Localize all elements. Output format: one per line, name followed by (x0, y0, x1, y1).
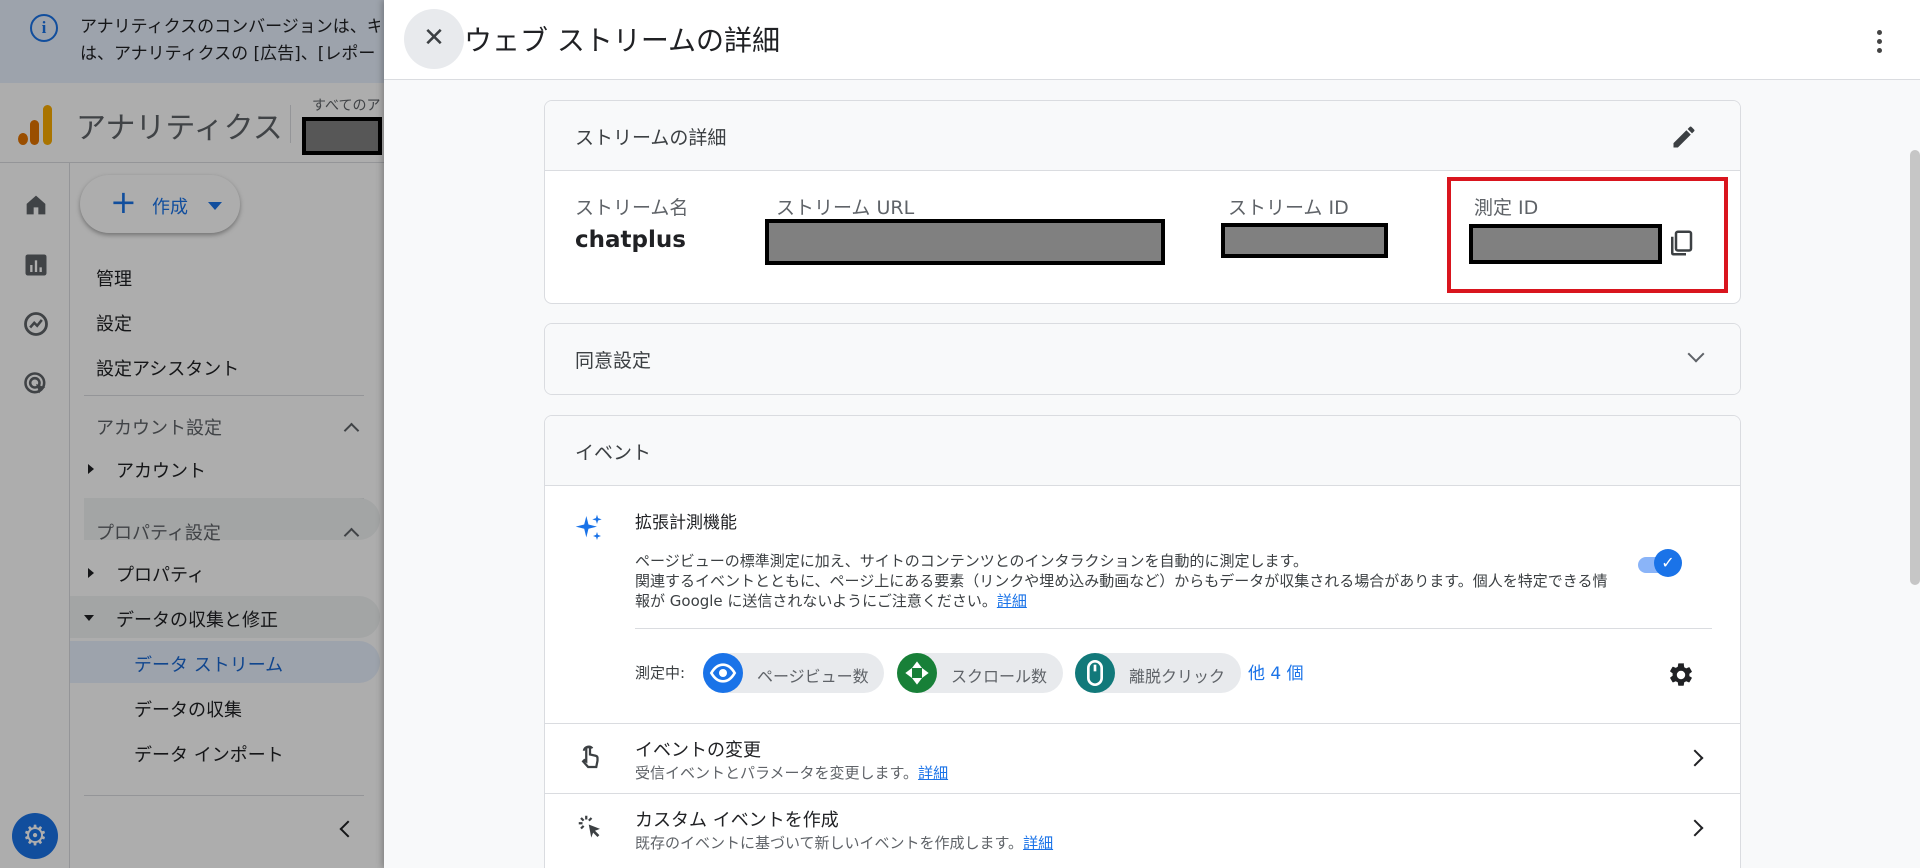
edit-pencil-icon[interactable] (1670, 123, 1698, 151)
enhanced-desc-line-3: 報が Google に送信されないようにご注意ください。 (635, 592, 997, 610)
enhanced-measurement-title: 拡張計測機能 (635, 513, 737, 533)
consent-settings-card[interactable]: 同意設定 (544, 323, 1741, 395)
stream-name-label: ストリーム名 (575, 197, 689, 219)
scroll-icon (897, 653, 937, 693)
touch-hand-icon (581, 745, 599, 769)
chip-outbound-clicks-label: 離脱クリック (1129, 667, 1226, 686)
modify-events-subtitle-text: 受信イベントとパラメータを変更します。 (635, 764, 919, 782)
modify-events-row[interactable]: イベントの変更 受信イベントとパラメータを変更します。詳細 (545, 723, 1740, 793)
more-events-link[interactable]: 他 4 個 (1248, 659, 1304, 684)
consent-settings-title: 同意設定 (575, 350, 652, 372)
stream-details-title: ストリームの詳細 (575, 127, 727, 149)
mouse-icon (1075, 653, 1115, 693)
events-card: イベント 拡張計測機能 ページビューの標準測定に加え、サイトのコンテンツとのイン… (544, 415, 1741, 868)
more-options-icon[interactable] (1864, 26, 1894, 56)
gear-icon[interactable] (1667, 661, 1695, 689)
chip-scrolls-label: スクロール数 (951, 667, 1048, 686)
chevron-right-icon[interactable] (1686, 819, 1704, 837)
scrollbar-thumb[interactable] (1910, 150, 1920, 585)
chevron-right-icon[interactable] (1686, 749, 1704, 767)
create-custom-event-title: カスタム イベントを作成 (635, 810, 839, 831)
modify-events-details-link[interactable]: 詳細 (918, 764, 948, 782)
modify-events-title: イベントの変更 (635, 740, 761, 761)
modal-scrim[interactable] (0, 0, 384, 868)
create-custom-event-details-link[interactable]: 詳細 (1023, 834, 1053, 852)
chip-outbound-clicks: 離脱クリック (1075, 653, 1241, 693)
enhanced-details-link[interactable]: 詳細 (997, 592, 1027, 610)
enhanced-measurement-toggle[interactable]: ✓ (1638, 549, 1682, 579)
stream-details-header: ストリームの詳細 (545, 101, 1740, 171)
enhanced-divider (635, 628, 1712, 629)
create-custom-event-subtitle-text: 既存のイベントに基づいて新しいイベントを作成します。 (635, 834, 1024, 852)
sparkle-icon (575, 514, 602, 540)
stream-name-value: chatplus (575, 227, 686, 253)
events-header: イベント (545, 416, 1740, 486)
create-custom-event-row[interactable]: カスタム イベントを作成 既存のイベントに基づいて新しいイベントを作成します。詳… (545, 793, 1740, 863)
close-icon[interactable]: ✕ (404, 9, 464, 69)
stream-id-redacted (1221, 223, 1388, 258)
consent-settings-header[interactable]: 同意設定 (545, 324, 1740, 394)
stream-url-label: ストリーム URL (776, 197, 915, 219)
chip-page-views: ページビュー数 (703, 653, 884, 693)
check-icon: ✓ (1654, 549, 1682, 577)
measuring-label: 測定中: (635, 664, 686, 682)
stream-id-label: ストリーム ID (1228, 197, 1349, 219)
events-title: イベント (575, 442, 652, 464)
modify-events-subtitle: 受信イベントとパラメータを変更します。詳細 (635, 762, 948, 783)
chevron-down-icon[interactable] (1687, 345, 1705, 363)
measurement-id-highlight-box (1447, 177, 1728, 293)
enhanced-measurement-description: ページビューの標準測定に加え、サイトのコンテンツとのインタラクションを自動的に測… (635, 551, 1635, 611)
web-stream-details-panel: ✕ ウェブ ストリームの詳細 ストリームの詳細 ストリーム名 chatplus … (384, 0, 1920, 868)
enhanced-desc-line-1: ページビューの標準測定に加え、サイトのコンテンツとのインタラクションを自動的に測… (635, 552, 1309, 570)
enhanced-desc-line-2: 関連するイベントとともに、ページ上にある要素（リンクや埋め込み動画など）からもデ… (635, 572, 1608, 590)
panel-title: ウェブ ストリームの詳細 (464, 24, 781, 57)
panel-header: ✕ ウェブ ストリームの詳細 (384, 0, 1920, 80)
stream-url-redacted (765, 219, 1165, 265)
click-cursor-icon (578, 815, 600, 838)
eye-icon (703, 653, 743, 693)
create-custom-event-subtitle: 既存のイベントに基づいて新しいイベントを作成します。詳細 (635, 832, 1053, 853)
chip-scrolls: スクロール数 (897, 653, 1063, 693)
chip-page-views-label: ページビュー数 (757, 667, 869, 686)
